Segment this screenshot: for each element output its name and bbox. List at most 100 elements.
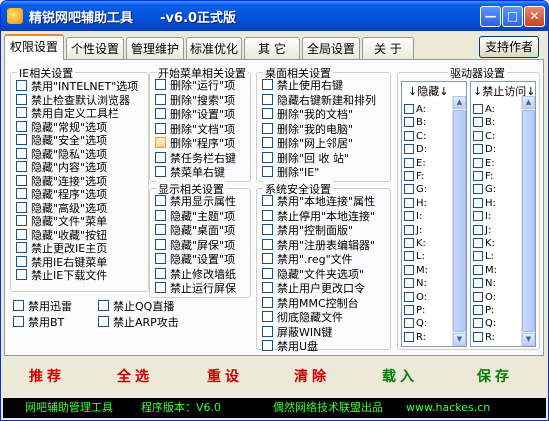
checkbox-option[interactable]: 禁用IE右键菜单 [16, 255, 107, 269]
hide-drive-item[interactable]: N: [404, 278, 427, 290]
hide-drive-item[interactable]: O: [404, 291, 427, 304]
recommend-button[interactable]: 推荐 [21, 366, 73, 388]
checkbox-option[interactable]: 删除"IE" [262, 166, 319, 179]
checkbox-option[interactable]: 删除"我的电脑" [262, 122, 353, 136]
checkbox-box[interactable] [262, 267, 273, 279]
checkbox-box[interactable] [262, 224, 273, 235]
checkbox-box[interactable] [16, 188, 27, 199]
checkbox-option[interactable]: 禁菜单右键 [155, 166, 225, 179]
hide-drive-item[interactable]: D: [404, 144, 427, 156]
checkbox-option[interactable]: 删除"网上邻居" [262, 137, 353, 150]
checkbox-box[interactable] [262, 151, 273, 163]
checkbox-option[interactable]: 隐藏"文件"菜单 [16, 215, 107, 228]
checkbox-option[interactable]: 彻底隐藏文件 [262, 311, 343, 324]
checkbox-box[interactable] [473, 291, 483, 302]
checkbox-box[interactable] [16, 147, 27, 159]
checkbox-box[interactable] [16, 80, 27, 91]
checkbox-box[interactable] [473, 130, 483, 141]
hide-drive-item[interactable]: B: [404, 117, 426, 129]
checkbox-box[interactable] [473, 238, 483, 248]
checkbox-box[interactable] [16, 201, 27, 213]
checkbox-option[interactable]: 禁用BT [13, 316, 64, 329]
checkbox-option[interactable]: 隐藏"文件夹选项" [262, 267, 364, 281]
block-drive-item[interactable]: K: [473, 238, 495, 250]
block-drive-item[interactable]: J: [473, 224, 491, 237]
checkbox-box[interactable] [262, 137, 273, 148]
tab-global[interactable]: 全局设置 [302, 37, 360, 59]
checkbox-box[interactable] [404, 157, 414, 168]
checkbox-box[interactable] [404, 224, 414, 235]
checkbox-box[interactable] [473, 331, 483, 342]
hide-drive-item[interactable]: K: [404, 238, 426, 250]
hide-drive-scrollbar[interactable]: ▲ ▼ [452, 96, 466, 346]
checkbox-box[interactable] [155, 122, 166, 134]
checkbox-box[interactable] [262, 282, 273, 293]
scroll-thumb[interactable] [522, 110, 535, 332]
checkbox-box[interactable] [404, 305, 414, 315]
hide-drive-item[interactable]: L: [404, 251, 425, 263]
checkbox-box[interactable] [473, 157, 483, 168]
checkbox-box[interactable] [473, 251, 483, 262]
checkbox-box[interactable] [404, 184, 414, 195]
checkbox-box[interactable] [155, 209, 166, 221]
checkbox-box[interactable] [262, 325, 273, 337]
scroll-up-icon[interactable]: ▲ [453, 96, 466, 109]
clear-button[interactable]: 清除 [286, 366, 338, 388]
block-drive-item[interactable]: A: [473, 104, 495, 116]
checkbox-option[interactable]: 禁用"INTELNET"选项 [16, 80, 138, 93]
checkbox-option[interactable]: 删除"我的文档" [262, 108, 353, 121]
hide-drive-item[interactable]: M: [404, 264, 428, 277]
load-button[interactable]: 载入 [374, 366, 426, 388]
scroll-up-icon[interactable]: ▲ [522, 96, 535, 109]
hide-drive-item[interactable]: F: [404, 171, 424, 183]
checkbox-option[interactable]: 删除"回 收 站" [262, 151, 349, 165]
minimize-button[interactable]: — [480, 6, 501, 27]
block-drive-item[interactable]: H: [473, 197, 496, 210]
block-drive-item[interactable]: E: [473, 157, 495, 170]
tab-personal[interactable]: 个性设置 [66, 37, 124, 59]
checkbox-box[interactable] [473, 171, 483, 181]
maximize-button[interactable]: □ [502, 6, 523, 27]
checkbox-option[interactable]: 删除"设置"项 [155, 108, 235, 121]
checkbox-option[interactable]: 隐藏"安全"选项 [16, 134, 107, 147]
checkbox-option[interactable]: 隐藏"连接"选项 [16, 174, 107, 188]
checkbox-box[interactable] [404, 238, 414, 248]
tab-about[interactable]: 关 于 [362, 37, 414, 59]
checkbox-option[interactable]: 隐藏"主题"项 [155, 209, 235, 223]
checkbox-box[interactable] [262, 93, 273, 105]
checkbox-box[interactable] [473, 211, 483, 222]
checkbox-option[interactable]: 删除"程序"项 [155, 137, 235, 150]
checkbox-option[interactable]: 禁用".reg"文件 [262, 253, 353, 266]
checkbox-box[interactable] [262, 122, 273, 134]
checkbox-box[interactable] [16, 107, 27, 118]
checkbox-option[interactable]: 删除"文档"项 [155, 122, 235, 136]
scroll-down-icon[interactable]: ▼ [522, 333, 535, 346]
checkbox-option[interactable]: 禁止停用"本地连接" [262, 209, 375, 223]
checkbox-box[interactable] [262, 166, 273, 177]
checkbox-box[interactable] [262, 209, 273, 221]
checkbox-box[interactable] [473, 197, 483, 208]
checkbox-option[interactable]: 隐藏"屏保"项 [155, 238, 235, 252]
checkbox-option[interactable]: 隐藏"桌面"项 [155, 224, 235, 237]
checkbox-option[interactable]: 删除"搜索"项 [155, 93, 235, 107]
checkbox-box[interactable] [473, 144, 483, 155]
checkbox-box[interactable] [473, 117, 483, 128]
checkbox-box[interactable] [16, 161, 27, 172]
hide-drive-item[interactable]: G: [404, 184, 427, 196]
checkbox-box[interactable] [262, 296, 273, 308]
checkbox-option[interactable]: 隐藏右键新建和排列 [262, 93, 376, 107]
checkbox-box[interactable] [262, 340, 273, 351]
checkbox-box[interactable] [155, 151, 166, 163]
checkbox-option[interactable]: 禁止IE下载文件 [16, 269, 107, 282]
checkbox-box[interactable] [155, 166, 166, 177]
tab-maintenance[interactable]: 管理维护 [126, 37, 184, 59]
checkbox-option[interactable]: 禁用自定义工具栏 [16, 107, 119, 120]
checkbox-option[interactable]: 禁任务栏右键 [155, 151, 236, 165]
checkbox-box[interactable] [155, 238, 166, 250]
checkbox-option[interactable]: 禁用迅雷 [13, 300, 72, 313]
checkbox-box[interactable] [262, 311, 273, 322]
tab-other[interactable]: 其 它 [244, 37, 300, 59]
block-drive-item[interactable]: O: [473, 291, 496, 304]
checkbox-option[interactable]: 隐藏"隐私"选项 [16, 147, 107, 161]
checkbox-box[interactable] [404, 117, 414, 128]
